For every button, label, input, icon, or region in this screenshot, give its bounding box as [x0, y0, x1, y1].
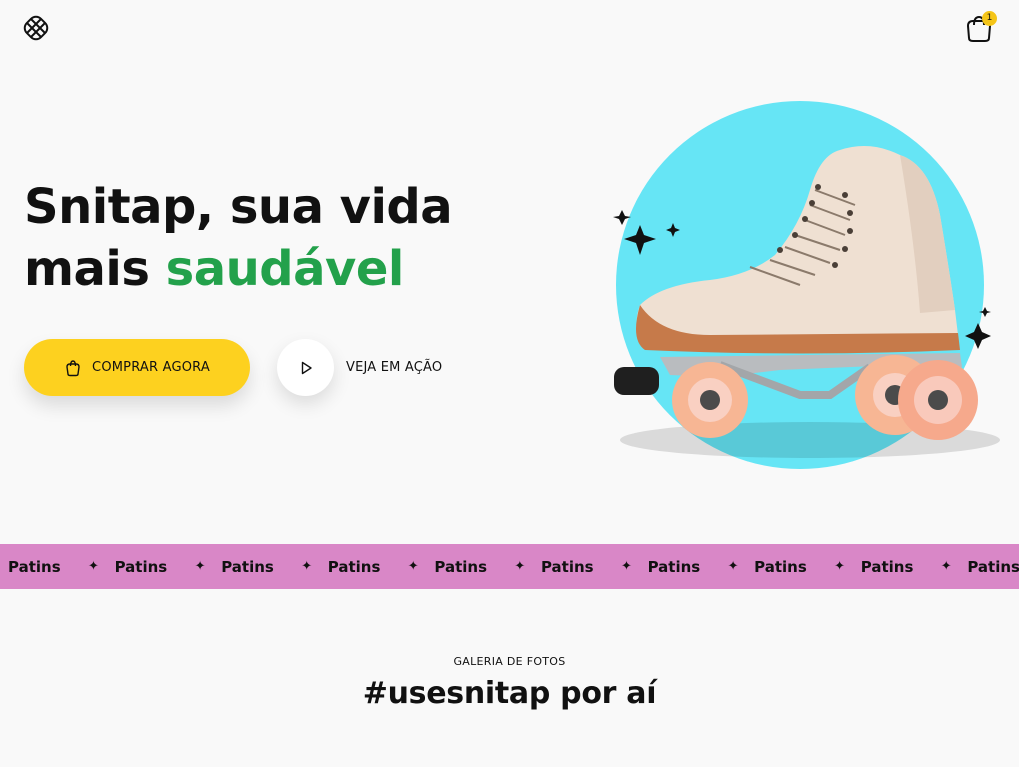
marquee-item: Patins [754, 557, 807, 576]
marquee-item: Patins [327, 557, 381, 576]
sparkle-icon: ✦ [940, 559, 952, 574]
watch-label: VEJA EM AÇÃO [346, 360, 443, 375]
cart-count-badge: 1 [982, 11, 997, 26]
gallery-title: #usesnitap por aí [362, 676, 657, 711]
roller-skate-image [613, 101, 1000, 469]
category-marquee: Patins ✦ Patins ✦ Patins ✦ Patins ✦ Patins ✦ Patin… [0, 544, 1019, 589]
sparkle-icon: ✦ [834, 559, 846, 574]
sparkle-icon: ✦ [194, 559, 206, 574]
marquee-item: Patins [860, 557, 914, 576]
site-header: 1 [0, 0, 1019, 60]
shopping-bag-icon [66, 359, 80, 376]
hero-title: Snitap, sua vida mais saudável [24, 176, 494, 300]
buy-now-label: COMPRAR AGORA [92, 360, 210, 375]
sparkle-icon: ✦ [407, 559, 419, 574]
sparkle-icon: ✦ [514, 559, 526, 574]
gallery-eyebrow: GALERIA DE FOTOS [453, 655, 566, 668]
marquee-item: Patins [647, 557, 701, 576]
play-icon [301, 361, 312, 374]
marquee-item: Patins [114, 557, 168, 576]
sparkle-icon: ✦ [620, 559, 632, 574]
sparkle-icon: ✦ [88, 559, 99, 574]
sparkle-icon: ✦ [301, 559, 313, 574]
marquee-item: Patins [540, 557, 594, 576]
play-button[interactable] [277, 339, 334, 396]
marquee-item: Patins [434, 557, 488, 576]
marquee-item: Patins [967, 557, 1019, 576]
snitap-logo-icon[interactable] [22, 14, 50, 42]
buy-now-button[interactable]: COMPRAR AGORA [24, 339, 250, 396]
marquee-track: Patins ✦ Patins ✦ Patins ✦ Patins ✦ Patins ✦ Patin… [8, 544, 1019, 589]
sparkle-icon: ✦ [727, 559, 739, 574]
marquee-item: Patins [8, 557, 61, 576]
hero-title-line1: Snitap, sua vida [24, 179, 453, 235]
marquee-item: Patins [221, 557, 274, 576]
hero-title-accent: saudável [165, 241, 405, 297]
hero-title-prefix: mais [24, 241, 166, 297]
watch-in-action-link[interactable]: VEJA EM AÇÃO [277, 339, 442, 396]
